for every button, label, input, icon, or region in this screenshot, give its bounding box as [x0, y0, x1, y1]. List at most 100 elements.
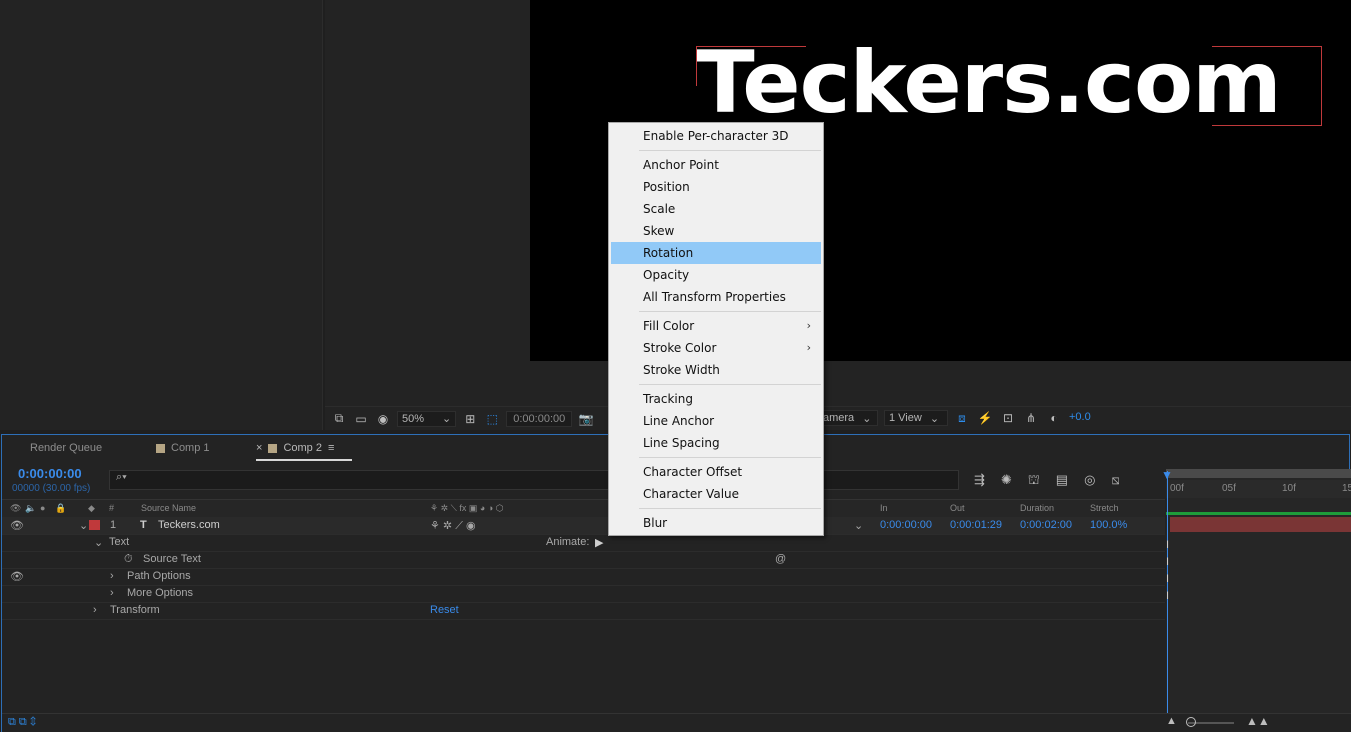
layer-label-color[interactable]: [89, 520, 100, 530]
menu-separator: [639, 457, 821, 458]
menu-item-blur[interactable]: Blur: [611, 512, 821, 534]
menu-item-stroke-color[interactable]: Stroke Color ›: [611, 337, 821, 359]
menu-item-label: Enable Per-character 3D: [643, 129, 789, 143]
menu-item-scale[interactable]: Scale: [611, 198, 821, 220]
menu-item-label: Anchor Point: [643, 158, 719, 172]
tab-render-queue[interactable]: Render Queue: [30, 442, 102, 454]
mask-icon[interactable]: ◉: [375, 412, 391, 426]
motion-blur-icon[interactable]: ◎: [1084, 472, 1095, 490]
menu-item-character-offset[interactable]: Character Offset: [611, 461, 821, 483]
toggle-pixel-icon[interactable]: ⧈: [954, 411, 970, 426]
lock-icon[interactable]: 🔒: [55, 503, 66, 514]
zoom-slider-handle[interactable]: [1186, 717, 1196, 727]
exposure-value[interactable]: +0.0: [1069, 411, 1091, 426]
time-ruler[interactable]: 00f 05f 10f 15: [1166, 480, 1351, 498]
transform-reset-link[interactable]: Reset: [430, 604, 459, 616]
views-value: 1 View: [889, 412, 922, 424]
grid-icon[interactable]: ⊡: [1000, 411, 1016, 426]
layer-switches-toggle-icon[interactable]: ⧉ ⧉ ⇕: [8, 716, 36, 729]
panel-menu-icon[interactable]: ≡: [328, 442, 334, 454]
eye-icon[interactable]: 👁: [10, 503, 21, 514]
layer-in-time[interactable]: 0:00:00:00: [880, 519, 932, 531]
source-text-row[interactable]: ⏱ Source Text @: [2, 551, 1165, 569]
more-options-row[interactable]: › More Options: [2, 585, 1165, 603]
viewer-timecode[interactable]: 0:00:00:00: [506, 410, 573, 427]
layer-search-input[interactable]: ⌕▾: [109, 470, 959, 490]
tab-label: Comp 1: [171, 442, 210, 454]
playhead-handle-icon[interactable]: ▼: [1161, 468, 1173, 482]
menu-item-stroke-width[interactable]: Stroke Width: [611, 359, 821, 381]
chevron-down-icon[interactable]: ⌄: [79, 519, 88, 532]
menu-item-opacity[interactable]: Opacity: [611, 264, 821, 286]
composition-flowchart-icon[interactable]: ⇶: [974, 472, 985, 490]
animate-play-icon[interactable]: ▶: [595, 536, 603, 549]
menu-item-all-transform-properties[interactable]: All Transform Properties: [611, 286, 821, 308]
chevron-down-icon[interactable]: ⌄: [94, 536, 103, 549]
layer-duration[interactable]: 0:00:02:00: [1020, 519, 1072, 531]
timeline-graph-area[interactable]: [1166, 469, 1351, 731]
audio-icon[interactable]: 🔈: [25, 503, 36, 514]
menu-item-line-spacing[interactable]: Line Spacing: [611, 432, 821, 454]
transparency-grid-icon[interactable]: ⬚: [484, 412, 500, 426]
solo-icon[interactable]: ●: [40, 503, 45, 513]
stopwatch-icon[interactable]: ⏱: [124, 553, 133, 566]
chevron-right-icon[interactable]: ›: [93, 604, 97, 616]
chevron-right-icon[interactable]: ›: [110, 570, 114, 582]
transform-row[interactable]: › Transform Reset: [2, 602, 1165, 620]
text-property-row[interactable]: ⌄ Text Animate: ▶: [2, 534, 1165, 552]
expression-pickwhip-icon[interactable]: @: [775, 553, 786, 565]
chevron-down-icon: ⌄: [929, 412, 940, 425]
fast-preview-icon[interactable]: ⚡: [977, 411, 993, 426]
canvas-text-layer[interactable]: Teckers.com: [696, 40, 1282, 126]
flowchart-icon[interactable]: ⋔: [1023, 411, 1039, 426]
text-bounding-box-left: [696, 46, 697, 86]
visibility-eye-icon[interactable]: 👁: [10, 570, 24, 583]
layer-switches[interactable]: ⚘ ✲ ⟋ ◉: [430, 519, 476, 533]
draft-3d-icon[interactable]: ✺: [1001, 472, 1012, 490]
menu-item-enable-per-character-3d[interactable]: Enable Per-character 3D: [611, 125, 821, 147]
visibility-eye-icon[interactable]: 👁: [10, 519, 24, 532]
graph-editor-icon[interactable]: ⧅: [1111, 472, 1119, 490]
menu-separator: [639, 150, 821, 151]
menu-item-rotation[interactable]: Rotation: [611, 242, 821, 264]
zoom-out-icon[interactable]: ▲: [1166, 715, 1177, 727]
layer-out-time[interactable]: 0:00:01:29: [950, 519, 1002, 531]
menu-item-label: Blur: [643, 516, 668, 530]
menu-item-anchor-point[interactable]: Anchor Point: [611, 154, 821, 176]
column-duration: Duration: [1020, 503, 1055, 513]
layer-stretch[interactable]: 100.0%: [1090, 519, 1127, 531]
zoom-select[interactable]: 50% ⌄: [397, 410, 457, 427]
active-camera-select[interactable]: amera ⌄: [818, 410, 878, 426]
current-time-display[interactable]: 0:00:00:00: [18, 466, 82, 481]
frame-blending-icon[interactable]: ▤: [1056, 472, 1068, 490]
work-area-bar[interactable]: [1166, 469, 1351, 478]
chevron-right-icon[interactable]: ›: [110, 587, 114, 599]
always-preview-icon[interactable]: ⧉: [331, 411, 347, 426]
chevron-down-icon[interactable]: ⌄: [854, 519, 863, 532]
menu-item-line-anchor[interactable]: Line Anchor: [611, 410, 821, 432]
menu-item-skew[interactable]: Skew: [611, 220, 821, 242]
monitor-icon[interactable]: ▭: [353, 412, 369, 426]
tab-comp-2[interactable]: × Comp 2 ≡: [256, 442, 334, 454]
view-layout-select[interactable]: 1 View ⌄: [884, 410, 948, 426]
menu-item-fill-color[interactable]: Fill Color ›: [611, 315, 821, 337]
animate-label: Animate:: [546, 536, 590, 548]
menu-item-label: Position: [643, 180, 690, 194]
layer-name[interactable]: Teckers.com: [158, 519, 220, 531]
zoom-in-icon[interactable]: ▲▲: [1246, 714, 1270, 728]
keyframe-markers: IIII: [1166, 539, 1170, 602]
path-options-row[interactable]: 👁 › Path Options: [2, 568, 1165, 586]
hide-shy-layers-icon[interactable]: ⛫: [1028, 472, 1040, 490]
menu-item-position[interactable]: Position: [611, 176, 821, 198]
layer-duration-bar[interactable]: [1170, 517, 1351, 532]
camera-icon[interactable]: 📷: [578, 412, 594, 426]
close-icon[interactable]: ×: [256, 442, 262, 454]
tab-comp-1[interactable]: Comp 1: [156, 442, 210, 454]
menu-item-label: Tracking: [643, 392, 693, 406]
menu-item-character-value[interactable]: Character Value: [611, 483, 821, 505]
menu-item-tracking[interactable]: Tracking: [611, 388, 821, 410]
layer-row[interactable]: 👁 ⌄ 1 T Teckers.com ⚘ ✲ ⟋ ◉ ⌄ 0:00:00:00…: [2, 517, 1165, 535]
exposure-reset-icon[interactable]: ◐: [1046, 411, 1062, 426]
column-source-name[interactable]: Source Name: [141, 503, 196, 513]
region-icon[interactable]: ⊞: [462, 412, 478, 426]
